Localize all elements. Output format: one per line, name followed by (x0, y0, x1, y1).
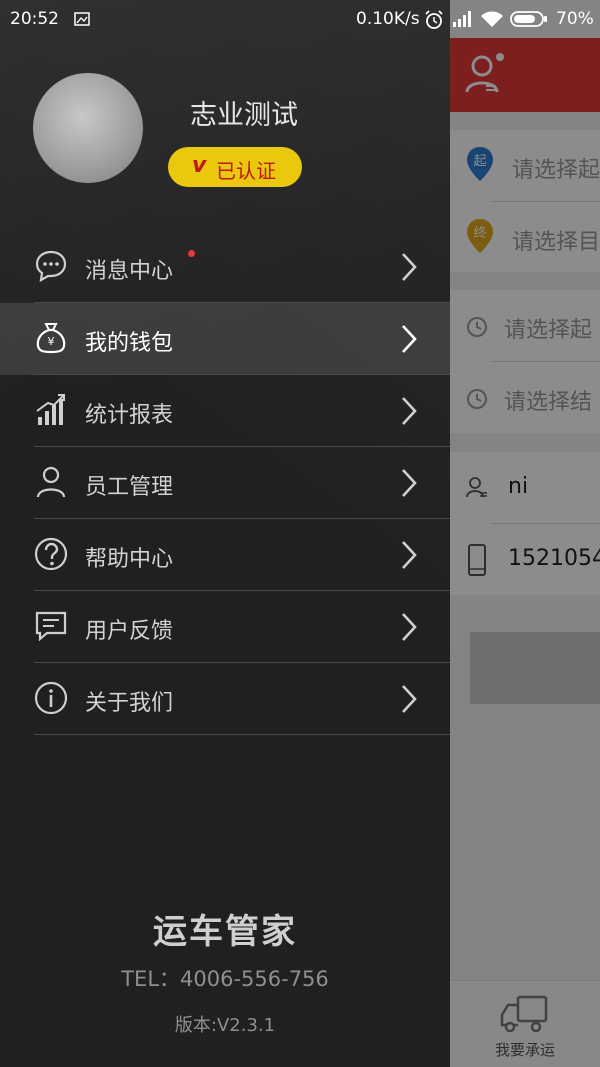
chevron-right-icon (402, 685, 417, 713)
verified-text: 已认证 (216, 159, 276, 183)
user-name: 志业测试 (190, 100, 298, 131)
chart-icon (36, 394, 65, 425)
drawer-menu: 消息中心 ¥ 我的钱包 统计报表 员工管理 帮助中心 用户反馈 关于我们 (0, 231, 450, 735)
chevron-right-icon (402, 469, 417, 497)
menu-item-messages[interactable]: 消息中心 (0, 231, 450, 303)
unread-dot (188, 250, 195, 257)
wifi-icon (481, 11, 503, 27)
status-bar: 20:52 0.10K/s 70% (0, 0, 600, 38)
avatar[interactable] (33, 73, 143, 183)
menu-label: 我的钱包 (85, 331, 174, 356)
menu-item-about[interactable]: 关于我们 (0, 663, 450, 735)
menu-item-help[interactable]: 帮助中心 (0, 519, 450, 591)
app-version: 版本:V2.3.1 (174, 1015, 276, 1036)
menu-item-staff[interactable]: 员工管理 (0, 447, 450, 519)
info-icon (34, 681, 68, 715)
status-time: 20:52 (10, 9, 59, 29)
menu-item-feedback[interactable]: 用户反馈 (0, 591, 450, 663)
chevron-right-icon (402, 613, 417, 641)
chevron-right-icon (402, 325, 417, 353)
menu-item-statistics[interactable]: 统计报表 (0, 375, 450, 447)
menu-item-wallet[interactable]: ¥ 我的钱包 (0, 303, 450, 375)
menu-label: 帮助中心 (85, 547, 174, 572)
help-icon (34, 537, 68, 571)
network-speed: 0.10K/s (356, 9, 420, 29)
svg-text:¥: ¥ (48, 335, 55, 348)
menu-label: 用户反馈 (85, 619, 174, 644)
navigation-drawer: 志业测试 v 已认证 消息中心 ¥ 我的钱包 统计报表 员工管理 帮助中心 用户… (0, 0, 450, 1067)
image-notification-icon (74, 12, 90, 26)
menu-label: 统计报表 (85, 403, 174, 428)
battery-icon (510, 11, 547, 27)
feedback-icon (35, 611, 67, 642)
divider (34, 734, 450, 735)
alarm-icon (425, 10, 443, 29)
chevron-right-icon (402, 397, 417, 425)
brand-name: 运车管家 (153, 912, 297, 952)
menu-label: 消息中心 (85, 259, 174, 284)
menu-label: 关于我们 (85, 691, 174, 716)
person-icon (36, 466, 66, 498)
wallet-icon: ¥ (36, 323, 66, 354)
menu-label: 员工管理 (85, 475, 174, 500)
verified-badge: v 已认证 (168, 147, 302, 187)
verified-v-icon: v (192, 153, 207, 178)
battery-percent: 70% (556, 9, 594, 29)
message-icon (35, 250, 67, 283)
chevron-right-icon (402, 541, 417, 569)
chevron-right-icon (402, 253, 417, 281)
phone-number: TEL：4006-556-756 (121, 967, 329, 991)
signal-icon (453, 11, 471, 27)
